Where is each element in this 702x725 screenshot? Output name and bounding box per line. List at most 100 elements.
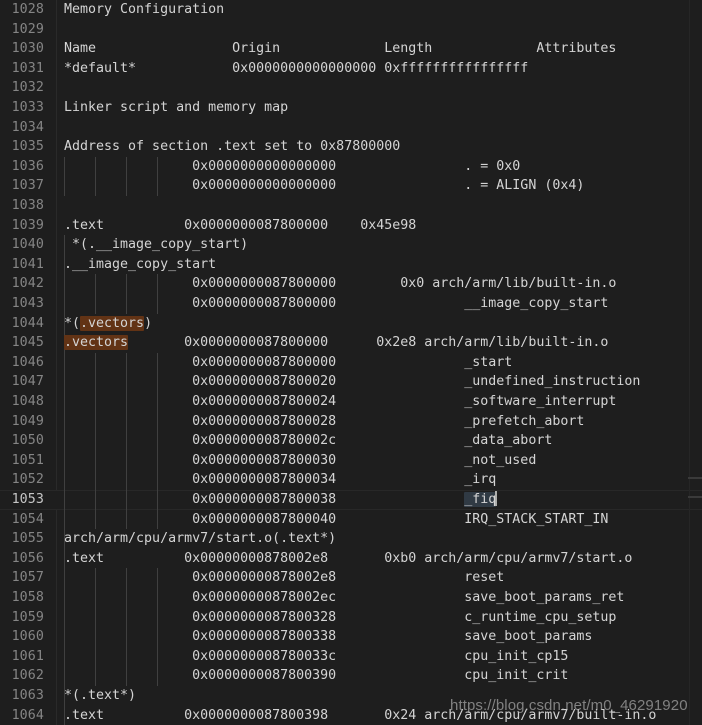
line-text: 0x0000000087800000 __image_copy_start [64, 296, 609, 311]
line-text: 0x0000000000000000 . = 0x0 [64, 158, 521, 174]
line-text: *(.__image_copy_start) [64, 237, 249, 253]
line-number: 1033 [11, 100, 44, 115]
line-number: 1042 [11, 276, 44, 292]
line-number: 1044 [11, 315, 44, 331]
editor-line[interactable]: 1030 Name Origin Length Attributes [0, 39, 702, 59]
line-number: 1064 [11, 707, 44, 723]
line-text: 0x0000000087800328 c_runtime_cpu_setup [64, 609, 617, 625]
search-match-highlight: .vectors [64, 335, 129, 351]
editor-line[interactable]: 1033 Linker script and memory map [0, 98, 702, 118]
editor-line[interactable]: 1046 0x0000000087800000 _start [0, 352, 702, 373]
line-number: 1049 [11, 413, 44, 429]
editor-line[interactable]: 1052 0x0000000087800034 _irq [0, 470, 702, 490]
line-number: 1055 [11, 531, 44, 547]
line-number: 1028 [11, 2, 44, 17]
line-number: 1058 [11, 590, 44, 605]
line-text: 0x00000000878002e8 reset [64, 570, 505, 586]
line-number: 1056 [11, 550, 44, 566]
editor-line[interactable]: 1057 0x00000000878002e8 reset [0, 568, 702, 588]
editor-line-current[interactable]: 1053 0x0000000087800038 _fiq [0, 490, 702, 510]
line-number: 1048 [11, 394, 44, 409]
line-number: 1034 [11, 119, 44, 135]
line-number: 1037 [11, 178, 44, 194]
line-number: 1040 [11, 237, 44, 253]
editor-line[interactable]: 1029 [0, 20, 702, 40]
line-text: 0x0000000000000000 . = ALIGN (0x4) [64, 178, 585, 194]
editor-line[interactable]: 1034 [0, 118, 702, 138]
line-number: 1054 [11, 511, 44, 527]
line-number: 1059 [11, 609, 44, 625]
search-match-highlight: .vectors [80, 315, 145, 331]
line-text: 0x0000000087800028 _prefetch_abort [64, 413, 585, 429]
line-text: 0x000000008780033c cpu_init_cp15 [64, 648, 569, 664]
line-number: 1063 [11, 688, 44, 703]
editor-line[interactable]: 1059 0x0000000087800328 c_runtime_cpu_se… [0, 607, 702, 628]
line-number: 1061 [11, 648, 44, 664]
line-number: 1057 [11, 570, 44, 586]
editor-line[interactable]: 1040 *(.__image_copy_start) [0, 235, 702, 255]
line-text: 0x0000000087800000 0x0 arch/arm/lib/buil… [64, 276, 617, 292]
editor-line[interactable]: 1039 .text 0x0000000087800000 0x45e98 [0, 216, 702, 236]
line-text: 0x0000000087800390 cpu_init_crit [64, 668, 569, 684]
editor-line[interactable]: 1045 .vectors 0x0000000087800000 0x2e8 ar… [0, 333, 702, 353]
line-number: 1036 [11, 158, 44, 174]
editor-line[interactable]: 1047 0x0000000087800020 _undefined_instr… [0, 372, 702, 392]
code-editor-viewport[interactable]: 1028 Memory Configuration 1029 1030 Name Ori… [0, 0, 702, 725]
editor-line[interactable]: 1038 [0, 196, 702, 216]
editor-line[interactable]: 1050 0x000000008780002c _data_abort [0, 431, 702, 451]
overview-ruler-tick [688, 496, 702, 498]
editor-line[interactable]: 1031 *default* 0x0000000000000000 0xfffff… [0, 59, 702, 79]
editor-line[interactable]: 1032 [0, 78, 702, 98]
line-text: arch/arm/cpu/armv7/start.o(.text*) [64, 531, 337, 547]
line-text: 0x0000000087800000 _start [64, 354, 513, 370]
line-number: 1043 [11, 296, 44, 311]
line-number: 1047 [11, 374, 44, 390]
overview-ruler-edge [689, 0, 690, 725]
editor-line[interactable]: 1041 .__image_copy_start [0, 254, 702, 275]
line-number: 1032 [11, 80, 44, 96]
line-number: 1029 [11, 21, 44, 37]
line-number: 1039 [11, 217, 44, 233]
line-text: Address of section .text set to 0x878000… [64, 139, 401, 155]
editor-line[interactable]: 1049 0x0000000087800028 _prefetch_abort [0, 411, 702, 432]
editor-line[interactable]: 1048 0x0000000087800024 _software_interr… [0, 392, 702, 412]
editor-line[interactable]: 1044 *(.vectors) [0, 313, 702, 334]
editor-line[interactable]: 1035 Address of section .text set to 0x87… [0, 137, 702, 157]
line-number: 1041 [11, 256, 44, 272]
line-text: *default* 0x0000000000000000 0xfffffffff… [64, 60, 529, 76]
editor-line[interactable]: 1060 0x0000000087800338 save_boot_params [0, 627, 702, 647]
editor-line[interactable]: 1042 0x0000000087800000 0x0 arch/arm/lib… [0, 274, 702, 294]
line-text: *(.text*) [64, 688, 137, 703]
line-number: 1060 [11, 629, 44, 645]
line-text: 0x00000000878002ec save_boot_params_ret [64, 590, 625, 605]
line-text: 0x0000000087800020 _undefined_instructio… [64, 374, 641, 390]
line-number: 1052 [11, 472, 44, 488]
line-text: Name Origin Length Attributes [64, 41, 617, 57]
text-caret [495, 491, 498, 506]
editor-line[interactable]: 1055 arch/arm/cpu/armv7/start.o(.text*) [0, 529, 702, 549]
line-number: 1045 [11, 335, 44, 351]
line-text: 0x0000000087800030 _not_used [64, 452, 537, 468]
overview-ruler-tick [688, 477, 702, 479]
line-number: 1062 [11, 668, 44, 684]
line-text: .__image_copy_start [64, 256, 217, 272]
editor-line[interactable]: 1054 0x0000000087800040 IRQ_STACK_START_… [0, 509, 702, 530]
line-text: .text 0x0000000087800000 0x45e98 [64, 217, 417, 233]
editor-line[interactable]: 1051 0x0000000087800030 _not_used [0, 450, 702, 471]
editor-line[interactable]: 1056 .text 0x00000000878002e8 0xb0 arch/a… [0, 548, 702, 569]
word-occurrence-highlight: _fiq [464, 492, 497, 507]
line-text: 0x0000000087800040 IRQ_STACK_START_IN [64, 511, 609, 527]
editor-line[interactable]: 1058 0x00000000878002ec save_boot_params… [0, 588, 702, 608]
line-number: 1030 [11, 41, 44, 57]
editor-line[interactable]: 1036 0x0000000000000000 . = 0x0 [0, 156, 702, 177]
editor-line[interactable]: 1043 0x0000000087800000 __image_copy_sta… [0, 294, 702, 314]
editor-line[interactable]: 1028 Memory Configuration [0, 0, 702, 20]
editor-line[interactable]: 1061 0x000000008780033c cpu_init_cp15 [0, 646, 702, 667]
line-number: 1050 [11, 433, 44, 449]
line-text: 0x0000000087800038 _fiq [64, 491, 498, 507]
line-text: *(.vectors) [64, 315, 153, 331]
editor-line[interactable]: 1062 0x0000000087800390 cpu_init_crit [0, 666, 702, 686]
editor-line[interactable]: 1037 0x0000000000000000 . = ALIGN (0x4) [0, 176, 702, 196]
line-number: 1031 [11, 60, 44, 76]
line-number: 1051 [11, 452, 44, 468]
